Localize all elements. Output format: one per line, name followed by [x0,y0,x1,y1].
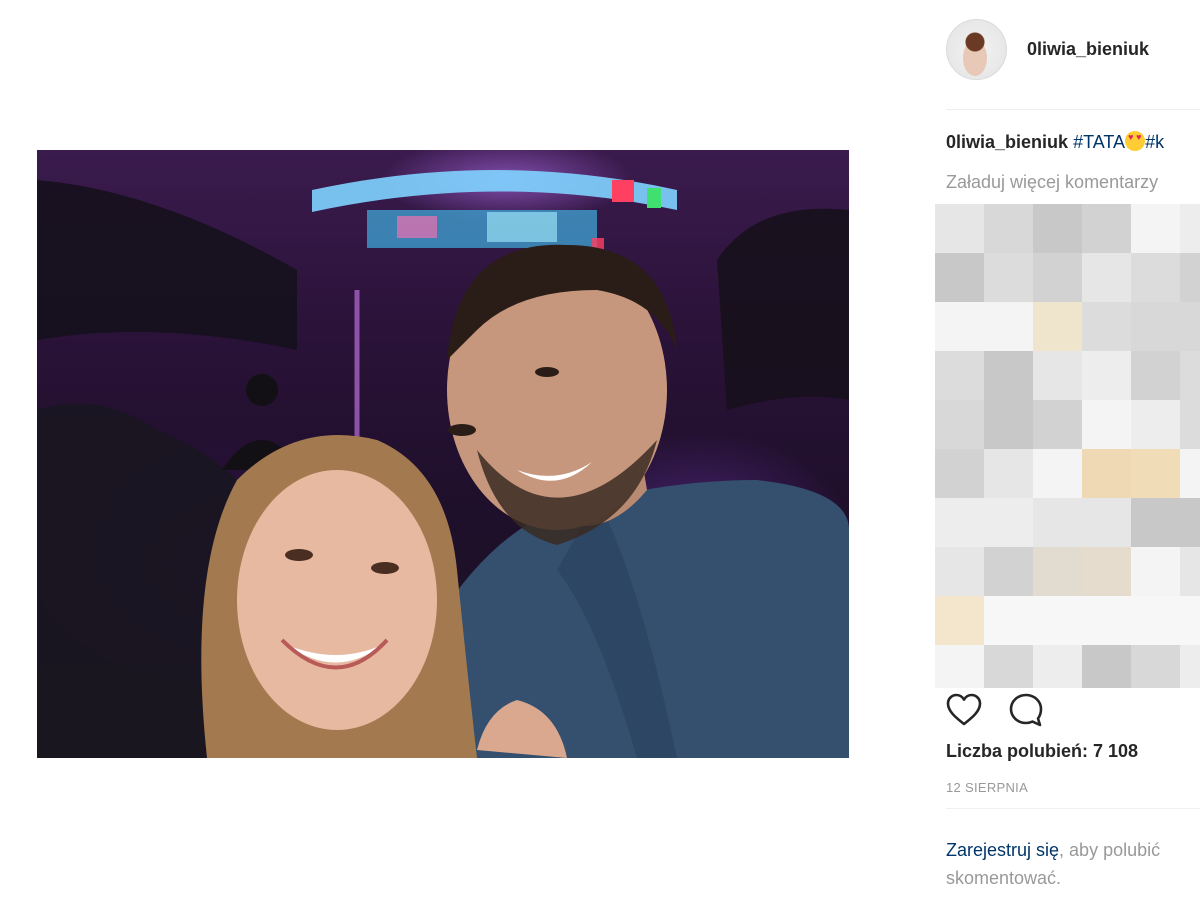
heart-eyes-emoji-icon [1125,131,1146,151]
pixel-block [1131,253,1180,302]
pixel-block [984,204,1033,253]
pixel-block [984,547,1033,596]
pixel-block [1180,253,1200,302]
pixel-block [1131,400,1180,449]
pixel-block [1131,449,1180,498]
caption-hashtag-2[interactable]: #k [1145,132,1164,152]
signup-text-1: , aby polubić [1059,840,1161,860]
avatar[interactable] [946,18,1007,80]
pixel-block [1082,400,1131,449]
photo-illustration [37,170,849,758]
pixel-block [1180,302,1200,351]
pixel-block [935,547,984,596]
pixel-block [1180,400,1200,449]
post-sidebar: 0liwia_bieniuk 0liwia_bieniuk #TATA #k Za… [935,0,1200,900]
pixel-block [1082,645,1131,688]
pixel-block [984,253,1033,302]
pixel-block [935,596,984,645]
post-header: 0liwia_bieniuk [946,18,1200,80]
header-divider [946,109,1200,110]
pixel-block [1033,204,1082,253]
like-button[interactable] [946,692,982,728]
pixel-block [1082,204,1131,253]
post-photo[interactable] [37,150,849,758]
pixel-block [935,498,984,547]
pixel-block [1033,498,1082,547]
pixel-block [984,449,1033,498]
likes-count[interactable]: Liczba polubień: 7 108 [946,741,1138,762]
header-username[interactable]: 0liwia_bieniuk [1027,39,1149,60]
pixel-block [984,645,1033,688]
pixel-block [984,351,1033,400]
pixel-block [1033,645,1082,688]
signup-prompt: Zarejestruj się, aby polubić skomentować… [946,836,1200,892]
post-date[interactable]: 12 SIERPNIA [946,780,1028,795]
caption: 0liwia_bieniuk #TATA #k [946,131,1164,153]
pixel-block [1033,400,1082,449]
signup-link[interactable]: Zarejestruj się [946,840,1059,860]
pixel-block [984,498,1033,547]
pixelated-comments [935,204,1200,688]
pixel-block [1180,645,1200,688]
pixel-block [1131,645,1180,688]
heart-outline-icon [946,693,982,726]
footer-divider [946,808,1200,809]
caption-hashtag[interactable]: #TATA [1073,132,1125,152]
load-more-comments-link[interactable]: Załaduj więcej komentarzy [946,172,1158,193]
pixel-block [984,302,1033,351]
pixel-block [984,400,1033,449]
pixel-block [1082,547,1131,596]
pixel-block [984,596,1033,645]
pixel-block [935,645,984,688]
pixel-block [1180,204,1200,253]
pixel-block [1131,302,1180,351]
pixel-block [1033,449,1082,498]
pixel-block [1033,302,1082,351]
signup-text-2: skomentować. [946,868,1062,888]
pixel-block [1180,351,1200,400]
pixel-block [935,253,984,302]
pixel-block [1082,596,1131,645]
pixel-block [1180,547,1200,596]
pixel-block [1131,498,1180,547]
pixel-block [1033,596,1082,645]
pixel-block [1082,253,1131,302]
pixel-block [1131,596,1180,645]
pixel-block [935,204,984,253]
pixel-block [1082,498,1131,547]
pixel-block [1180,498,1200,547]
pixel-block [1033,351,1082,400]
pixel-block [1033,253,1082,302]
pixel-block [1131,351,1180,400]
pixel-block [1131,204,1180,253]
pixel-block [935,302,984,351]
pixel-block [1180,596,1200,645]
comment-bubble-icon [1009,693,1043,727]
pixel-block [935,449,984,498]
pixel-block [1082,302,1131,351]
pixel-block [1131,547,1180,596]
pixel-block [935,351,984,400]
caption-username[interactable]: 0liwia_bieniuk [946,132,1068,152]
pixel-block [1082,351,1131,400]
pixel-block [1180,449,1200,498]
pixel-block [1033,547,1082,596]
post-actions [946,690,1200,730]
pixel-block [1082,449,1131,498]
comment-button[interactable] [1008,692,1044,728]
pixel-block [935,400,984,449]
